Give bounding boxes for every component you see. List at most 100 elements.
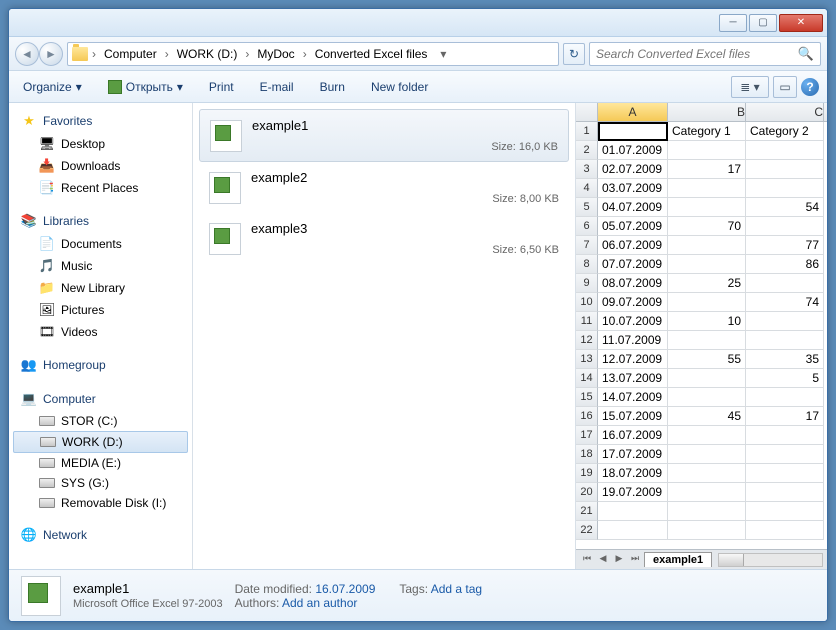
nav-downloads[interactable]: 📥Downloads [9, 155, 192, 177]
cell[interactable]: 09.07.2009 [598, 293, 668, 312]
select-all-corner[interactable] [576, 103, 598, 121]
row-header[interactable]: 7 [576, 236, 598, 255]
col-header-b[interactable]: B [668, 103, 746, 121]
row-header[interactable]: 5 [576, 198, 598, 217]
cell[interactable]: 03.07.2009 [598, 179, 668, 198]
row-header[interactable]: 2 [576, 141, 598, 160]
cell[interactable]: 07.07.2009 [598, 255, 668, 274]
breadcrumb-item[interactable]: MyDoc [253, 45, 298, 63]
help-button[interactable]: ? [801, 78, 819, 96]
cell[interactable]: 17 [668, 160, 746, 179]
cell[interactable] [598, 502, 668, 521]
cell[interactable] [668, 445, 746, 464]
row-header[interactable]: 21 [576, 502, 598, 521]
nav-drive-g[interactable]: SYS (G:) [9, 473, 192, 493]
row-header[interactable]: 9 [576, 274, 598, 293]
row-header[interactable]: 8 [576, 255, 598, 274]
network-group[interactable]: 🌐Network [9, 523, 192, 547]
nav-drive-d[interactable]: WORK (D:) [13, 431, 188, 453]
cell[interactable]: 01.07.2009 [598, 141, 668, 160]
row-header[interactable]: 17 [576, 426, 598, 445]
view-button[interactable]: ≣ ▾ [731, 76, 769, 98]
cell[interactable] [668, 426, 746, 445]
nav-pictures[interactable]: 🖼Pictures [9, 299, 192, 321]
email-button[interactable]: E-mail [254, 76, 300, 98]
cell[interactable]: 19.07.2009 [598, 483, 668, 502]
col-header-a[interactable]: A [598, 103, 668, 121]
forward-button[interactable]: ► [39, 42, 63, 66]
cell[interactable] [668, 464, 746, 483]
sheet-tab[interactable]: example1 [644, 552, 712, 567]
cell[interactable] [746, 312, 824, 331]
computer-group[interactable]: 💻Computer [9, 387, 192, 411]
cell[interactable]: 05.07.2009 [598, 217, 668, 236]
cell[interactable] [668, 179, 746, 198]
cell[interactable]: 10.07.2009 [598, 312, 668, 331]
address-dropdown[interactable]: ▾ [435, 47, 451, 61]
file-item[interactable]: example1Size: 16,0 KB [199, 109, 569, 162]
row-header[interactable]: 4 [576, 179, 598, 198]
preview-pane-button[interactable]: ▭ [773, 76, 797, 98]
cell[interactable] [668, 255, 746, 274]
row-header[interactable]: 1 [576, 122, 598, 141]
cell[interactable]: 55 [668, 350, 746, 369]
nav-drive-e[interactable]: MEDIA (E:) [9, 453, 192, 473]
row-header[interactable]: 10 [576, 293, 598, 312]
tab-prev-icon[interactable]: ◀ [596, 553, 610, 567]
cell[interactable] [598, 521, 668, 540]
cell[interactable]: 08.07.2009 [598, 274, 668, 293]
breadcrumb-item[interactable]: Computer [100, 45, 161, 63]
tab-first-icon[interactable]: ⏮ [580, 553, 594, 567]
col-header-c[interactable]: C [746, 103, 824, 121]
cell[interactable]: 25 [668, 274, 746, 293]
new-folder-button[interactable]: New folder [365, 76, 434, 98]
breadcrumb-item[interactable]: WORK (D:) [173, 45, 242, 63]
favorites-group[interactable]: ★Favorites [9, 109, 192, 133]
cell[interactable] [746, 483, 824, 502]
nav-recent[interactable]: 📑Recent Places [9, 177, 192, 199]
row-header[interactable]: 6 [576, 217, 598, 236]
row-header[interactable]: 18 [576, 445, 598, 464]
cell[interactable]: Category 2 [746, 122, 824, 141]
cell[interactable] [746, 274, 824, 293]
libraries-group[interactable]: 📚Libraries [9, 209, 192, 233]
nav-videos[interactable]: 🎞Videos [9, 321, 192, 343]
tags-value[interactable]: Add a tag [431, 582, 482, 596]
cell[interactable] [668, 293, 746, 312]
close-button[interactable]: ✕ [779, 14, 823, 32]
cell[interactable] [746, 160, 824, 179]
cell[interactable] [746, 426, 824, 445]
authors-value[interactable]: Add an author [282, 596, 357, 610]
row-header[interactable]: 13 [576, 350, 598, 369]
refresh-button[interactable]: ↻ [563, 43, 585, 65]
cell[interactable]: 45 [668, 407, 746, 426]
cell[interactable]: 11.07.2009 [598, 331, 668, 350]
cell[interactable]: 02.07.2009 [598, 160, 668, 179]
cell[interactable] [668, 331, 746, 350]
nav-drive-c[interactable]: STOR (C:) [9, 411, 192, 431]
organize-menu[interactable]: Organize ▾ [17, 76, 88, 98]
cell[interactable] [668, 141, 746, 160]
cell[interactable] [746, 502, 824, 521]
row-header[interactable]: 20 [576, 483, 598, 502]
cell[interactable]: 86 [746, 255, 824, 274]
cell[interactable]: 12.07.2009 [598, 350, 668, 369]
breadcrumb-box[interactable]: › Computer › WORK (D:) › MyDoc › Convert… [67, 42, 559, 66]
cell[interactable]: 17 [746, 407, 824, 426]
row-header[interactable]: 16 [576, 407, 598, 426]
row-header[interactable]: 3 [576, 160, 598, 179]
row-header[interactable]: 19 [576, 464, 598, 483]
cell[interactable] [746, 331, 824, 350]
tab-last-icon[interactable]: ⏭ [628, 553, 642, 567]
cell[interactable] [746, 217, 824, 236]
cell[interactable] [746, 464, 824, 483]
print-button[interactable]: Print [203, 76, 240, 98]
search-input[interactable] [596, 47, 798, 61]
nav-drive-i[interactable]: Removable Disk (I:) [9, 493, 192, 513]
row-header[interactable]: 22 [576, 521, 598, 540]
cell[interactable] [746, 141, 824, 160]
cell[interactable]: 17.07.2009 [598, 445, 668, 464]
nav-desktop[interactable]: 🖥Desktop [9, 133, 192, 155]
grid-body[interactable]: 1Category 1Category 2201.07.2009302.07.2… [576, 122, 827, 549]
minimize-button[interactable]: ─ [719, 14, 747, 32]
